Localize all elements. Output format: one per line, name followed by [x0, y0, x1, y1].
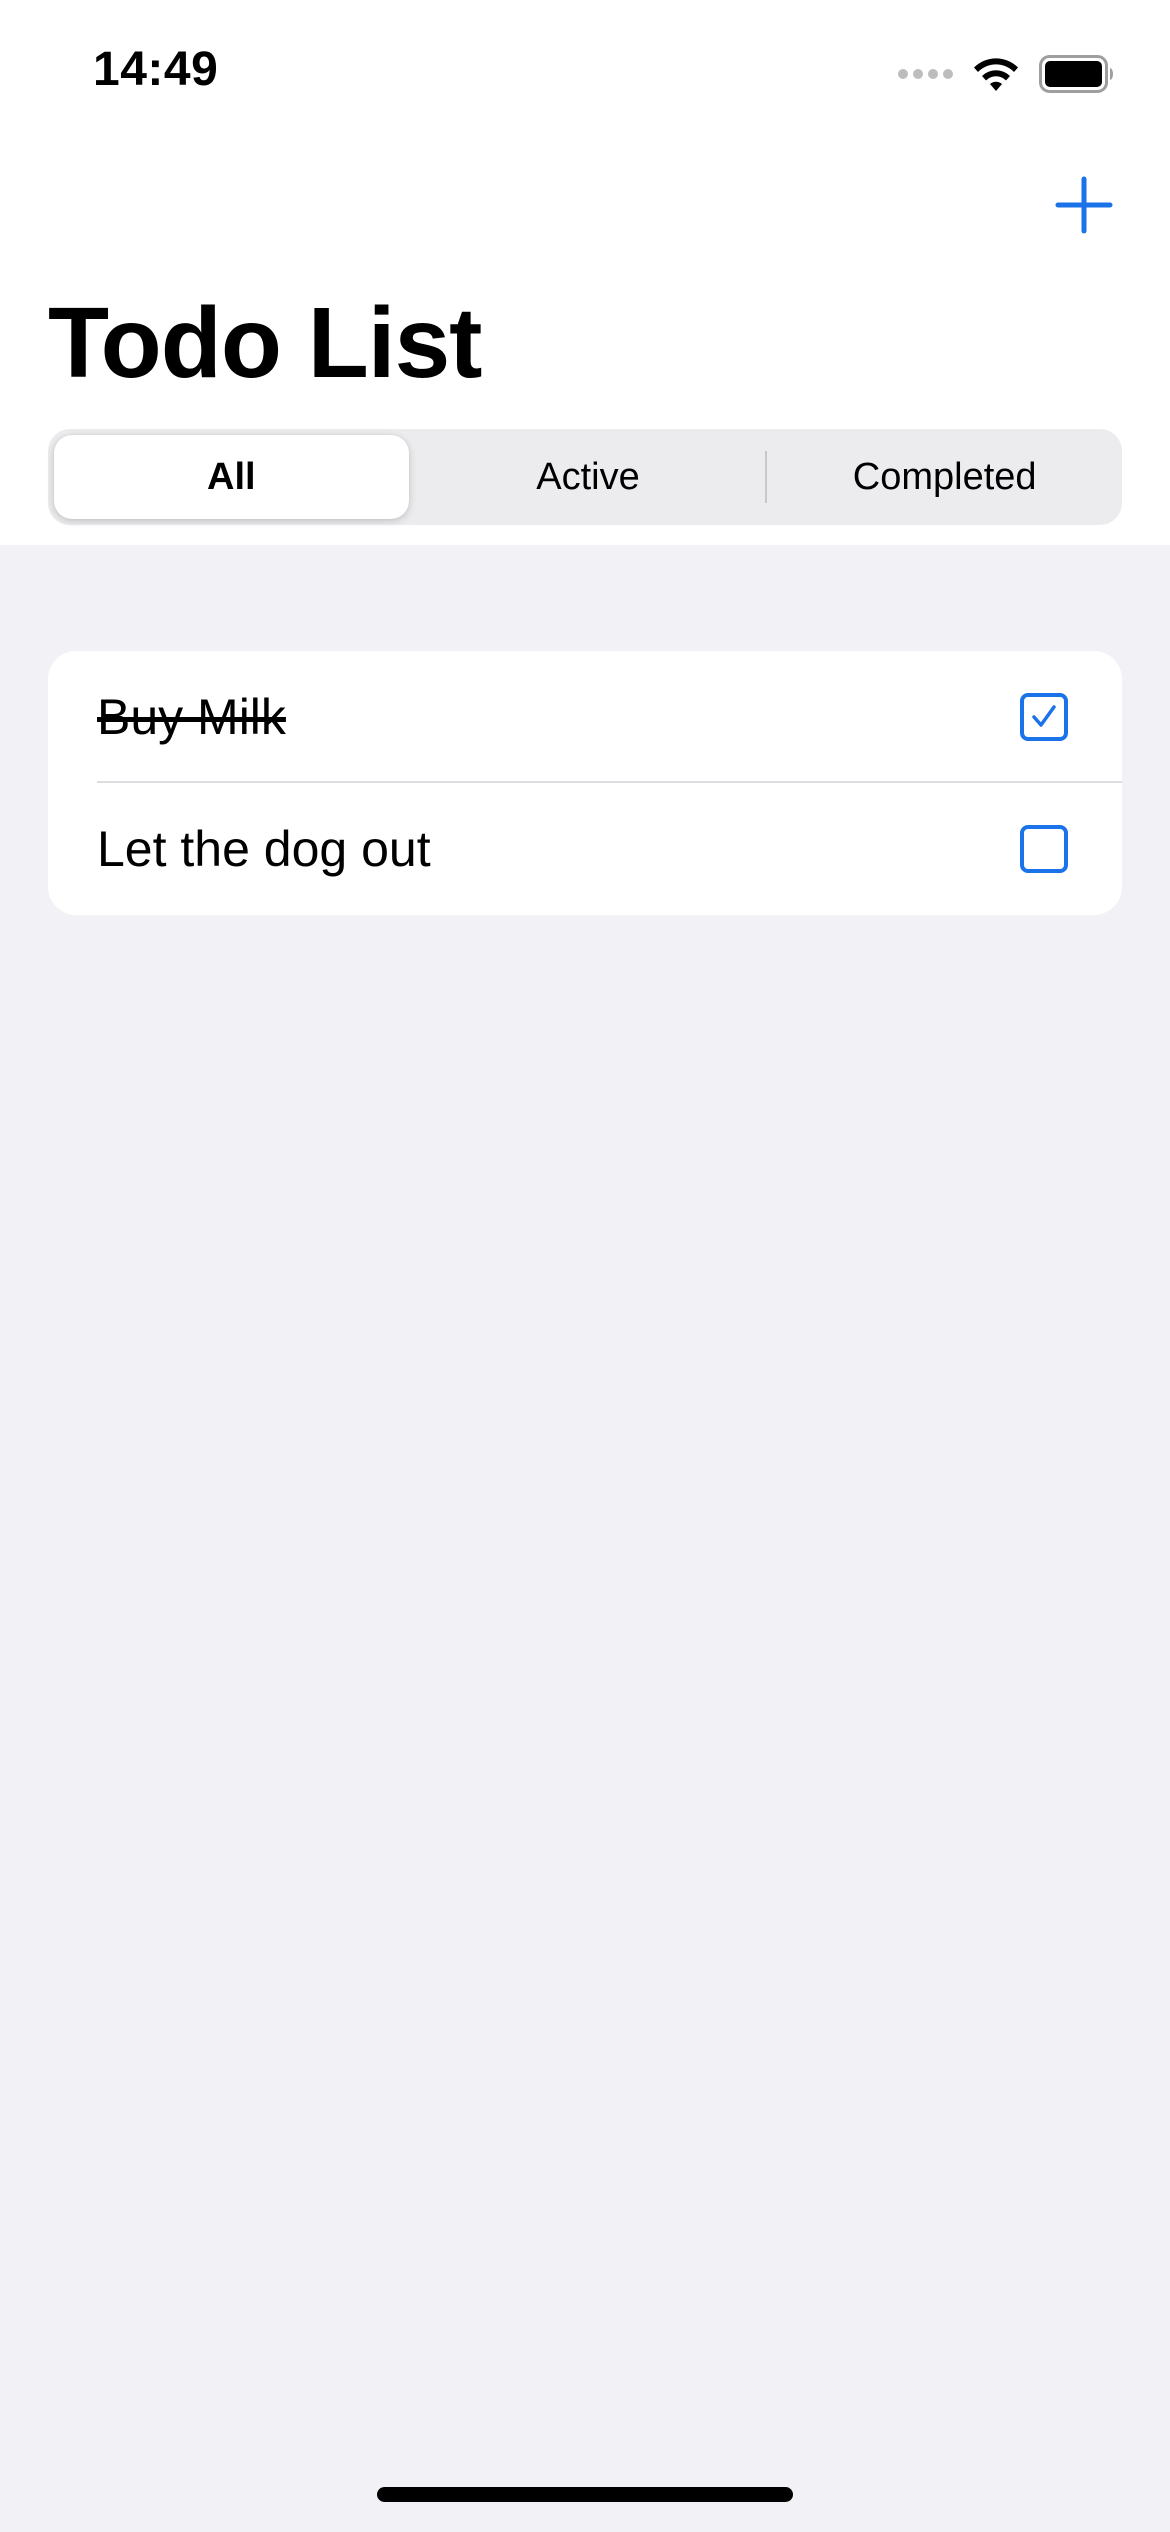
battery-icon	[1039, 55, 1115, 93]
app-screen: 14:49 Todo List All Active Completed Buy…	[0, 0, 1170, 2532]
unchecked-checkbox-icon	[1020, 825, 1068, 873]
todo-item-text: Let the dog out	[97, 821, 431, 877]
status-time: 14:49	[93, 43, 219, 96]
todo-item[interactable]: Buy Milk	[48, 651, 1122, 783]
cellular-signal-icon	[898, 69, 953, 79]
todo-list: Buy Milk Let the dog out	[48, 651, 1122, 915]
todo-checkbox[interactable]	[1018, 691, 1070, 743]
add-todo-button[interactable]	[1051, 172, 1117, 238]
segment-all[interactable]: All	[54, 435, 409, 519]
header: 14:49 Todo List All Active Completed	[0, 0, 1170, 545]
segment-active[interactable]: Active	[411, 435, 766, 519]
todo-item-text: Buy Milk	[97, 689, 286, 745]
segment-completed[interactable]: Completed	[767, 435, 1122, 519]
status-icons	[898, 52, 1115, 96]
plus-icon	[1055, 176, 1113, 234]
filter-segmented-control: All Active Completed	[48, 429, 1122, 525]
wifi-icon	[971, 55, 1021, 93]
page-title: Todo List	[48, 287, 482, 399]
home-indicator[interactable]	[377, 2487, 793, 2502]
todo-item[interactable]: Let the dog out	[48, 783, 1122, 915]
checked-checkbox-icon	[1020, 693, 1068, 741]
todo-checkbox[interactable]	[1018, 823, 1070, 875]
